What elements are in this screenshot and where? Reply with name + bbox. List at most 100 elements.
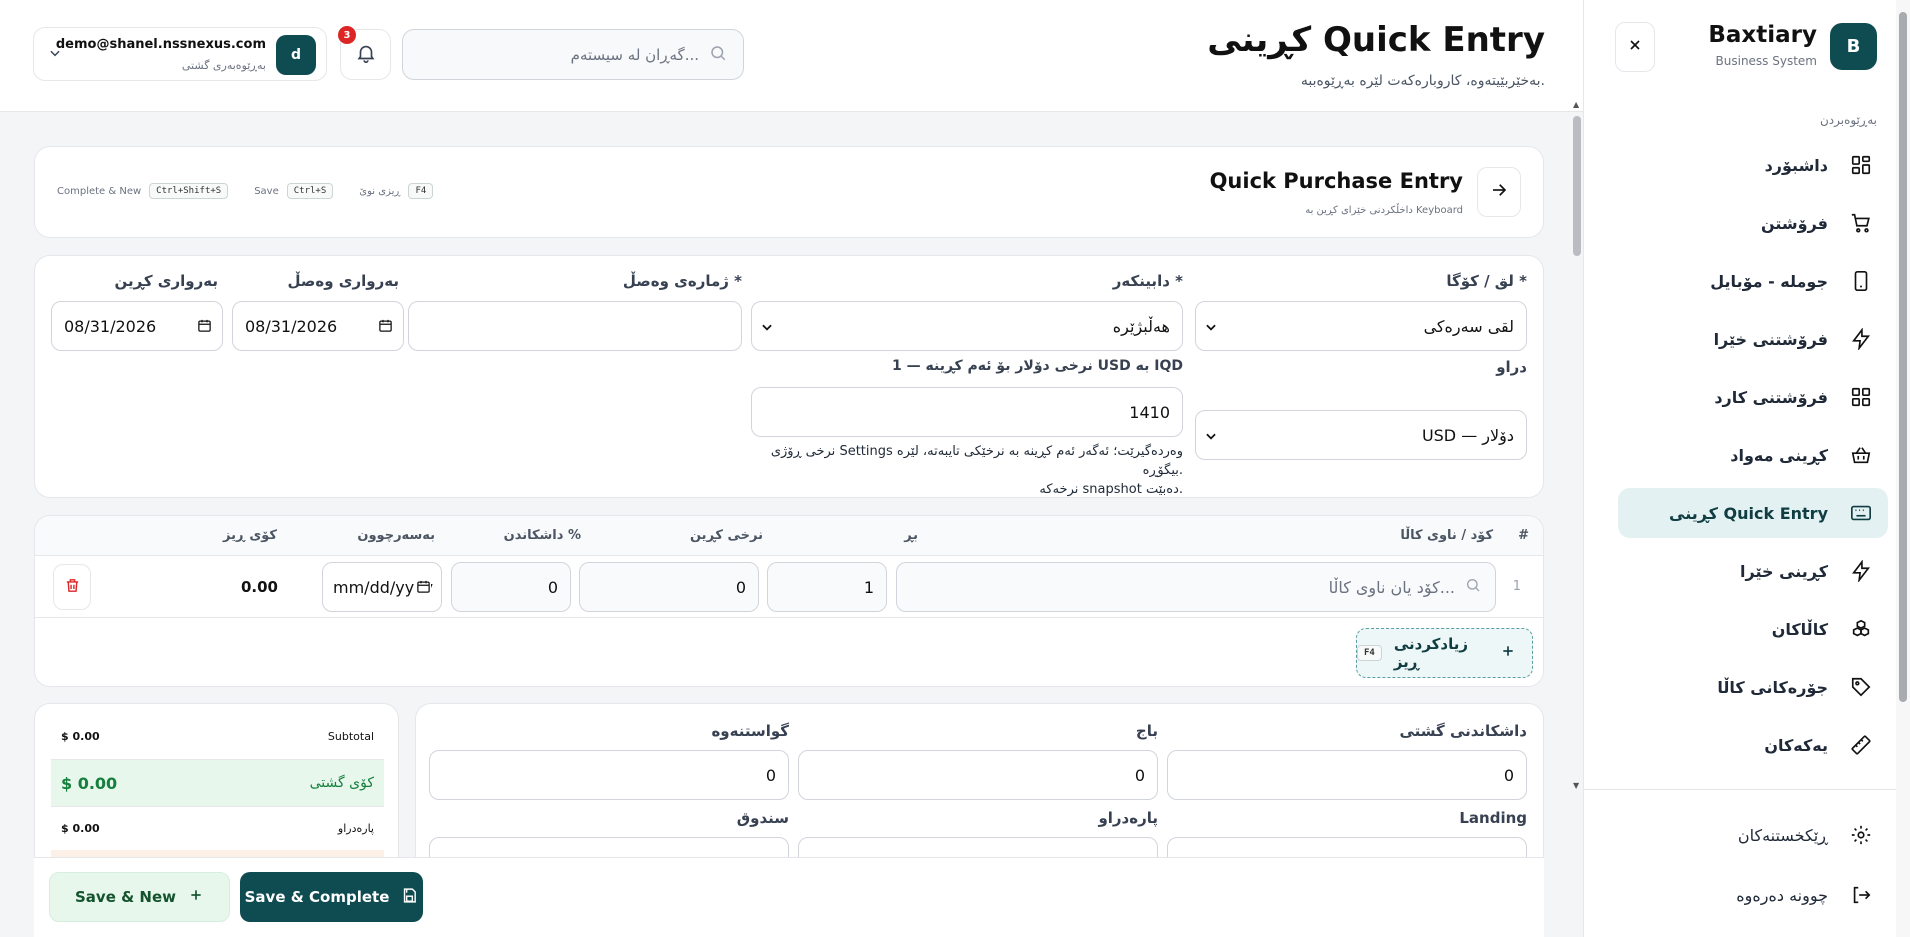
shortcut-key: F4 — [408, 183, 434, 199]
sidebar-item-label: کڕینی خێرا — [1740, 561, 1828, 581]
notification-badge: 3 — [338, 26, 356, 44]
plus-icon — [188, 887, 204, 907]
sidebar-item-units[interactable]: یەکەکان — [1618, 720, 1888, 770]
sidebar-item-logout[interactable]: چوونە دەرەوە — [1618, 870, 1888, 920]
sidebar-item-wholesale-mobile[interactable]: جوملە - مۆبایل — [1618, 256, 1888, 306]
search-icon — [1465, 577, 1481, 597]
subtotal-row: $ 0.00 Subtotal — [51, 724, 384, 748]
shortcut-label: Save — [254, 185, 279, 197]
discount-total-input[interactable]: 0 — [1167, 750, 1527, 800]
qty-input[interactable]: 1 — [767, 562, 887, 612]
plus-icon — [1500, 643, 1516, 663]
supplier-label: دابینکەر * — [1112, 272, 1183, 290]
chevron-down-icon — [760, 319, 774, 338]
boxes-icon — [1846, 614, 1876, 644]
calendar-icon[interactable] — [197, 318, 212, 337]
dashboard-grid-icon — [1846, 150, 1876, 180]
sidebar-item-products[interactable]: کاڵاکان — [1618, 604, 1888, 654]
save-icon — [401, 887, 418, 908]
invoice-date-input[interactable]: 08/31/2026 — [232, 301, 404, 351]
sidebar-item-card-sale[interactable]: فرۆشتنی کارد — [1618, 372, 1888, 422]
col-code: کۆد / ناوی کاڵا — [1400, 528, 1493, 543]
expiry-date-input[interactable]: mm/dd/yyyy — [322, 562, 442, 612]
sidebar-footer: ڕێکخستنەکان چوونە دەرەوە — [1583, 789, 1910, 937]
sidebar-item-label: کاڵاکان — [1771, 619, 1828, 639]
save-and-new-button[interactable]: Save & New — [49, 872, 230, 922]
sidebar-item-label: ڕێکخستنەکان — [1737, 825, 1828, 845]
chevron-down-icon — [1204, 319, 1218, 338]
basket-icon — [1846, 440, 1876, 470]
brand: Baxtiary Business System — [1708, 22, 1817, 68]
sidebar-item-label: جۆرەکانی کاڵا — [1717, 677, 1828, 697]
sidebar-item-settings[interactable]: ڕێکخستنەکان — [1618, 810, 1888, 860]
add-row-button[interactable]: F4 زیادکردنی ڕیز — [1356, 628, 1533, 678]
discount-input[interactable]: 0 — [451, 562, 571, 612]
purchase-date-value: 08/31/2026 — [64, 316, 157, 336]
item-code-input[interactable]: کۆد یان ناوی کاڵا... — [896, 562, 1496, 612]
shortcut-label: ڕیزی نوێ — [359, 185, 401, 197]
branch-label: لق / کۆگا * — [1446, 272, 1527, 290]
purchase-date-input[interactable]: 08/31/2026 — [51, 301, 223, 351]
save-and-complete-button[interactable]: Save & Complete — [240, 872, 423, 922]
discount-total-label: داشکاندنی گشتی — [1399, 722, 1527, 740]
invoice-date-value: 08/31/2026 — [245, 316, 338, 336]
currency-value: USD — دۆلار — [1421, 425, 1514, 445]
gear-icon — [1846, 820, 1876, 850]
user-role: بەڕێوەبەری گشتی — [181, 59, 266, 72]
search-input[interactable]: گەڕان لە سیستەم... — [571, 46, 699, 64]
user-menu[interactable]: d demo@shanel.nssnexus.com بەڕێوەبەری گش… — [33, 27, 327, 81]
page-scrollbar[interactable] — [1896, 0, 1910, 937]
page-title: کڕینی Quick Entry — [1207, 20, 1545, 60]
calendar-icon[interactable] — [414, 579, 431, 598]
price-input[interactable]: 0 — [579, 562, 759, 612]
sidebar-scrollbar[interactable]: ▲ ▼ — [1571, 100, 1583, 790]
sidebar-item-dashboard[interactable]: داشبۆرد — [1618, 140, 1888, 190]
supplier-select[interactable]: هەڵبژێرە — [751, 301, 1183, 351]
branch-value: لقی سەرەکی — [1423, 316, 1514, 336]
sidebar-item-label: فرۆشتنی خێرا — [1713, 329, 1828, 349]
lightning-icon — [1846, 556, 1876, 586]
supplier-value: هەڵبژێرە — [1112, 316, 1170, 336]
sidebar-item-quick-purchase[interactable]: کڕینی خێرا — [1618, 546, 1888, 596]
sidebar-header: B Baxtiary Business System — [1583, 0, 1910, 93]
paid-label: پارەدراو — [337, 821, 374, 835]
transport-input[interactable]: 0 — [429, 750, 789, 800]
tax-input[interactable]: 0 — [798, 750, 1158, 800]
top-header: کڕینی Quick Entry بەخێربێیتەوە، کاروبارە… — [0, 0, 1583, 112]
sidebar-item-label: کڕینی مەواد — [1730, 445, 1828, 465]
cart-icon — [1846, 208, 1876, 238]
rate-label: نرخی دۆلار بۆ ئەم کڕینە — 1 USD بە IQD — [892, 358, 1183, 374]
sidebar-item-label: یەکەکان — [1764, 735, 1828, 755]
delete-row-button[interactable] — [53, 564, 91, 610]
sidebar-item-label: فرۆشتن — [1760, 213, 1828, 233]
quick-entry-subtitle: داخڵکردنی خێرای کڕین بە Keyboard — [1305, 205, 1463, 216]
sidebar-item-quick-entry-purchase[interactable]: کڕینی Quick Entry — [1618, 488, 1888, 538]
invoice-no-label: ژمارەی وەصڵ * — [622, 272, 742, 290]
cashbox-label: سندوق — [736, 809, 789, 827]
sidebar-item-quick-sale[interactable]: فرۆشتنی خێرا — [1618, 314, 1888, 364]
rate-input[interactable]: 1410 — [751, 387, 1183, 437]
paid-value: $ 0.00 — [61, 821, 100, 835]
row-number: 1 — [1512, 579, 1521, 594]
sidebar-item-material-purchase[interactable]: کڕینی مەواد — [1618, 430, 1888, 480]
invoice-no-input[interactable] — [408, 301, 742, 351]
page-subtitle: بەخێربێیتەوە، کاروبارەکەت لێرە بەڕێوەببە… — [1300, 73, 1545, 89]
ruler-icon — [1846, 730, 1876, 760]
tag-icon — [1846, 672, 1876, 702]
items-table-card: # کۆد / ناوی کاڵا بڕ نرخی کڕین داشکاندن … — [34, 515, 1544, 687]
tax-label: باج — [1135, 722, 1158, 740]
close-sidebar-button[interactable] — [1615, 22, 1655, 72]
sidebar-item-categories[interactable]: جۆرەکانی کاڵا — [1618, 662, 1888, 712]
paid-row: $ 0.00 پارەدراو — [51, 816, 384, 840]
branch-select[interactable]: لقی سەرەکی — [1195, 301, 1527, 351]
add-row-label: زیادکردنی ڕیز — [1393, 635, 1469, 671]
search-box[interactable]: گەڕان لە سیستەم... — [402, 29, 744, 80]
currency-select[interactable]: USD — دۆلار — [1195, 410, 1527, 460]
landing-label: Landing — [1459, 809, 1527, 827]
back-button[interactable] — [1477, 167, 1521, 217]
calendar-icon[interactable] — [378, 318, 393, 337]
table-header: # کۆد / ناوی کاڵا بڕ نرخی کڕین داشکاندن … — [35, 516, 1543, 556]
logout-icon — [1846, 880, 1876, 910]
sidebar: B Baxtiary Business System بەڕێوەبردن دا… — [1583, 0, 1910, 937]
sidebar-item-sales[interactable]: فرۆشتن — [1618, 198, 1888, 248]
